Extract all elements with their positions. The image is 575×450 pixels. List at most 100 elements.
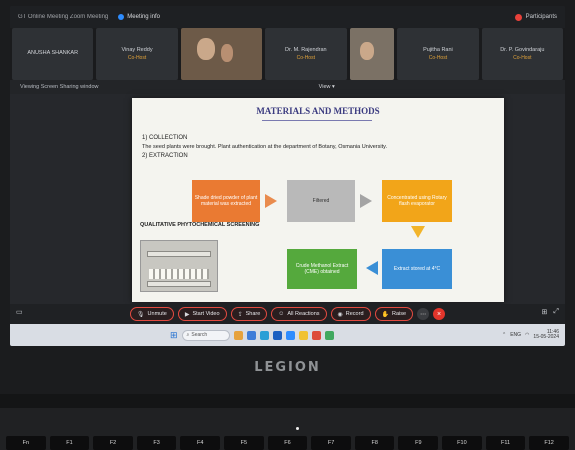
function-key-row: Fn F1 F2 F3 F4 F5 F6 F7 F8 F9 F10 F11 F1… — [0, 436, 575, 450]
screening-label: QUALITATIVE PHYTOCHEMICAL SCREENING — [140, 222, 260, 228]
slide-bullet-detail: The seed plants were brought. Plant auth… — [142, 144, 387, 150]
test-tube-rack-photo — [140, 240, 218, 292]
flowchart-step-3: Concentrated using Rotary flash evaporat… — [382, 180, 452, 222]
clock-date: 15-05-2024 — [533, 334, 559, 340]
participant-tile[interactable]: Dr. M. Rajendran Co-Host — [265, 28, 347, 80]
meeting-info-chip[interactable]: Meeting info — [118, 14, 160, 20]
participant-name: ANUSHA SHANKAR — [27, 50, 79, 56]
participant-video-tile[interactable] — [180, 28, 263, 80]
keyboard-key[interactable]: F11 — [485, 436, 526, 450]
captions-icon[interactable]: ▭ — [16, 308, 23, 316]
zoom-app-icon[interactable] — [285, 330, 295, 340]
record-button[interactable]: ◉ Record — [330, 307, 371, 321]
participant-name: Dr. M. Rajendran — [285, 47, 327, 53]
taskbar-search[interactable]: ⌕ Search — [181, 329, 230, 341]
laptop-screen: GT Online Meeting Zoom Meeting Meeting i… — [10, 6, 565, 346]
slide-bullet-collection: 1) COLLECTION — [142, 135, 188, 141]
wifi-icon[interactable]: ◠ — [525, 332, 529, 338]
flowchart-step-1: Shade dried powder of plant material was… — [192, 180, 260, 222]
word-icon[interactable] — [272, 330, 282, 340]
title-bar-right: Participants — [514, 13, 557, 21]
participant-tile[interactable]: Dr. P. Govindaraju Co-Host — [481, 28, 563, 80]
participant-video-tile[interactable] — [349, 28, 395, 80]
flowchart-step-2: Filtered — [287, 180, 355, 222]
participant-tile[interactable]: Vinay Reddy Co-Host — [96, 28, 178, 80]
raise-hand-button[interactable]: ✋ Raise — [374, 307, 414, 321]
participant-tile[interactable]: Pujitha Rani Co-Host — [397, 28, 479, 80]
start-video-button[interactable]: ▶ Start Video — [177, 307, 227, 321]
presentation-slide: MATERIALS AND METHODS 1) COLLECTION The … — [132, 98, 504, 302]
grid-view-icon[interactable]: ⊞ — [542, 308, 548, 316]
file-explorer-icon[interactable] — [233, 330, 243, 340]
chevron-up-icon[interactable]: ⌃ — [502, 332, 506, 338]
keyboard-key[interactable]: F5 — [224, 436, 264, 450]
more-icon[interactable]: ⋯ — [417, 308, 430, 320]
participant-name: Dr. P. Govindaraju — [500, 47, 545, 53]
rack-shelf — [147, 251, 211, 257]
hand-icon: ✋ — [381, 311, 389, 318]
flowchart-step-4: Extract stored at 4°C — [382, 249, 452, 289]
participant-strip: ANUSHA SHANKAR Vinay Reddy Co-Host Dr. M… — [10, 28, 565, 80]
participant-tile[interactable]: ANUSHA SHANKAR — [12, 28, 94, 80]
fullscreen-icon[interactable]: ⤢ — [553, 308, 559, 316]
keyboard-key[interactable]: F8 — [354, 436, 395, 450]
raise-label: Raise — [392, 311, 407, 317]
participant-role: Co-Host — [127, 55, 147, 61]
taskbar-search-label: Search — [191, 332, 208, 338]
excel-icon[interactable] — [324, 330, 334, 340]
slide-title-underline — [262, 120, 372, 121]
keyboard-key[interactable]: F2 — [93, 436, 133, 450]
share-status-text: Viewing Screen Sharing window — [20, 84, 99, 90]
view-options-button[interactable]: View ▾ — [319, 84, 335, 90]
keyboard-key[interactable]: Fn — [6, 436, 46, 450]
keyboard-key[interactable]: F1 — [49, 436, 90, 450]
store-icon[interactable] — [259, 330, 269, 340]
all-reactions-button[interactable]: ☺ All Reactions — [271, 307, 327, 321]
camera-icon: ▶ — [184, 311, 190, 318]
keyboard-key[interactable]: F10 — [442, 436, 482, 450]
all-reactions-label: All Reactions — [287, 311, 320, 317]
participant-name: Vinay Reddy — [121, 47, 153, 53]
start-video-label: Start Video — [192, 311, 220, 317]
zoom-title-bar: GT Online Meeting Zoom Meeting Meeting i… — [10, 6, 565, 28]
unmute-button[interactable]: 🎙 Unmute — [129, 307, 174, 321]
keyboard-key[interactable]: F4 — [180, 436, 221, 450]
slide-title: MATERIALS AND METHODS — [256, 106, 380, 116]
reactions-icon: ☺ — [278, 311, 285, 317]
chrome-icon[interactable] — [311, 330, 321, 340]
windows-taskbar: ⊞ ⌕ Search ⌃ ENG ◠ 11:46 15-05-2024 — [10, 324, 565, 346]
person-video — [359, 42, 374, 60]
windows-start-icon[interactable]: ⊞ — [170, 330, 178, 341]
keyboard-key[interactable]: F3 — [136, 436, 177, 450]
person-video — [196, 38, 215, 60]
record-label: Record — [345, 311, 364, 317]
participant-role: Co-Host — [428, 55, 448, 61]
edge-browser-icon[interactable] — [246, 330, 256, 340]
share-label: Share — [245, 311, 261, 317]
test-tubes — [149, 269, 209, 279]
tray-language[interactable]: ENG — [510, 332, 521, 338]
leave-meeting-button[interactable]: × — [433, 308, 446, 320]
keyboard-key[interactable]: F12 — [529, 436, 569, 450]
share-button[interactable]: ⇪ Share — [230, 307, 268, 321]
arrow-right-icon — [265, 194, 277, 208]
record-icon: ◉ — [337, 311, 343, 318]
participants-label[interactable]: Participants — [526, 14, 557, 20]
recording-icon — [514, 13, 522, 21]
keyboard-key[interactable]: F7 — [311, 436, 351, 450]
arrow-down-icon — [411, 226, 425, 238]
toolbar-right-icons: ⊞ ⤢ — [542, 308, 559, 316]
participant-role: Co-Host — [513, 55, 532, 61]
keyboard-key[interactable]: F9 — [398, 436, 439, 450]
power-indicator-icon — [296, 427, 299, 430]
folder-icon[interactable] — [298, 330, 308, 340]
meeting-controls-toolbar: ▭ 🎙 Unmute ▶ Start Video ⇪ Share ☺ All R… — [10, 304, 565, 324]
meeting-info-label: Meeting info — [127, 14, 160, 20]
flowchart-step-5: Crude Methanol Extract (CME) obtained — [287, 249, 357, 289]
shield-icon — [118, 14, 125, 20]
taskbar-clock[interactable]: 11:46 15-05-2024 — [533, 329, 559, 341]
rack-shelf — [147, 281, 211, 287]
microphone-icon: 🎙 — [136, 311, 145, 318]
shared-screen-stage: MATERIALS AND METHODS 1) COLLECTION The … — [10, 94, 565, 304]
keyboard-key[interactable]: F6 — [267, 436, 308, 450]
